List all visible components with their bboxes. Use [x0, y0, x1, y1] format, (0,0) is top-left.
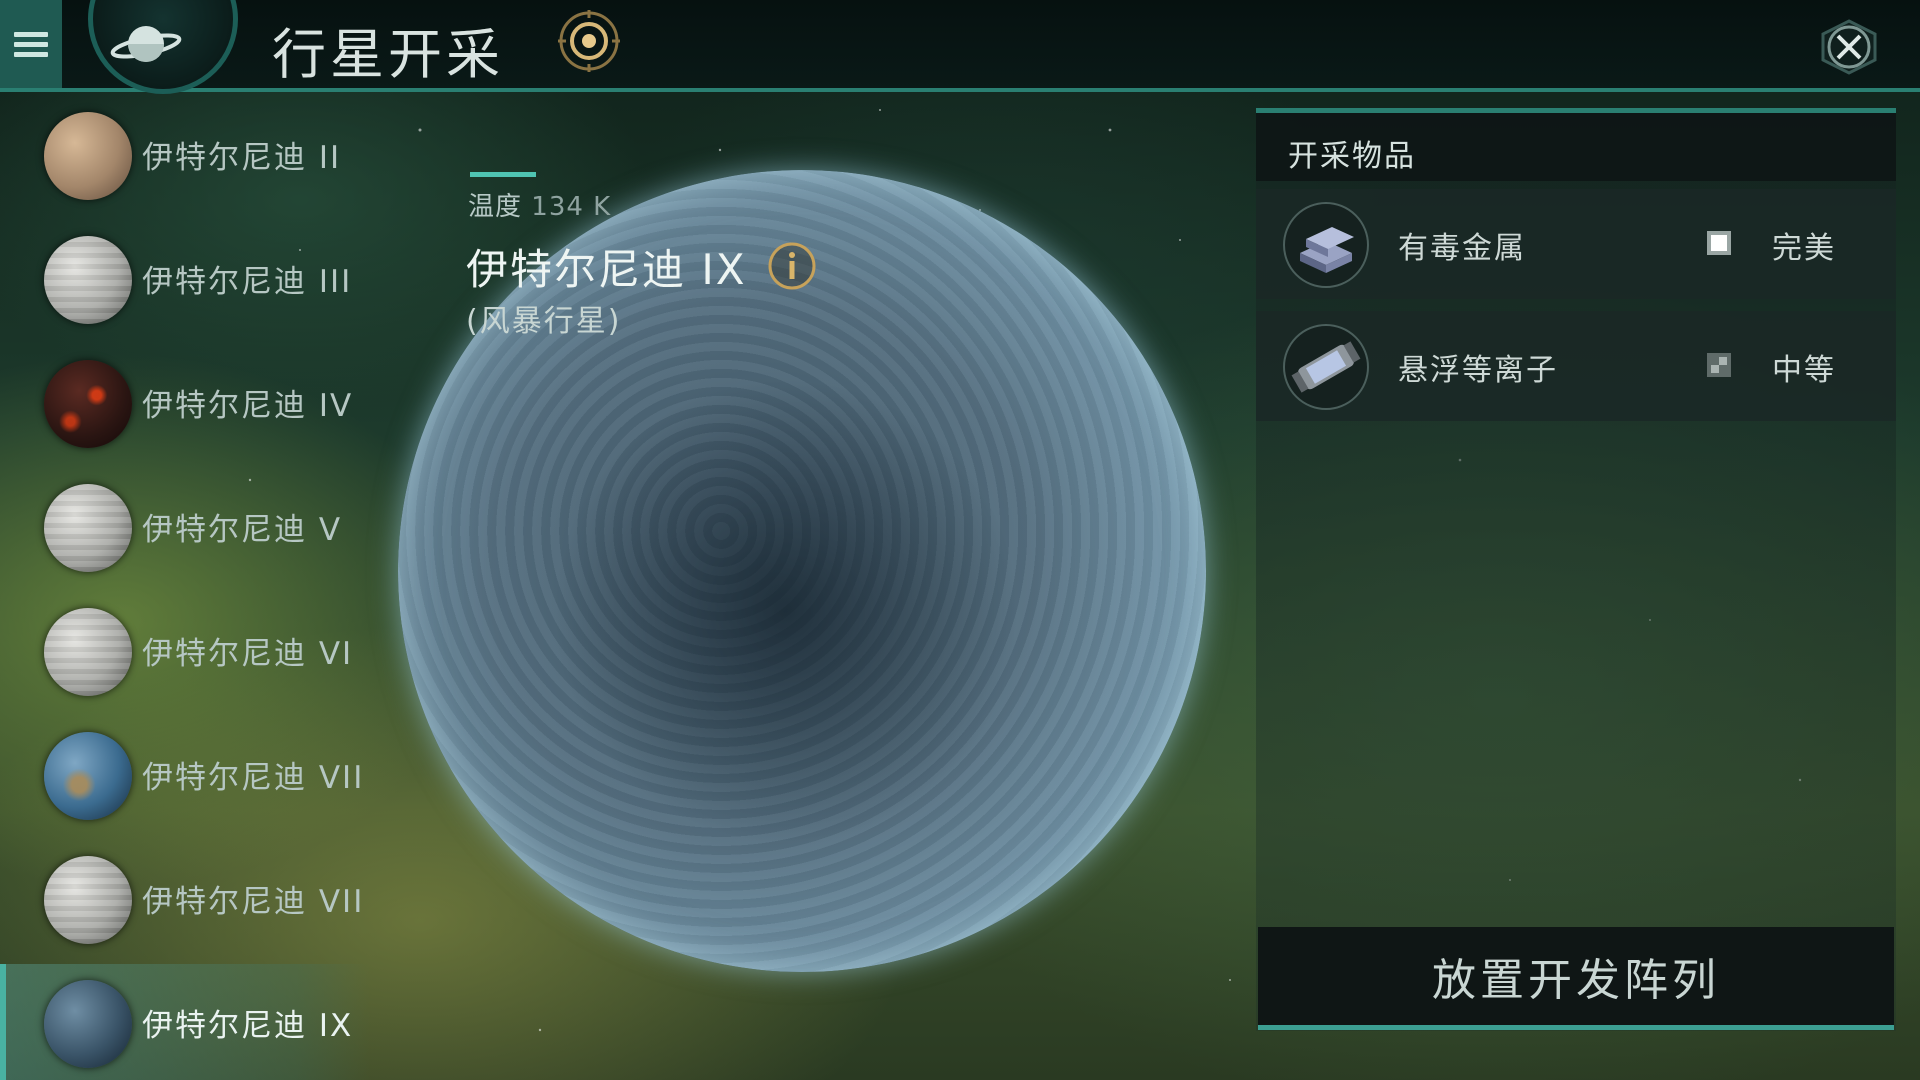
planet-list: 伊特尔尼迪 II 伊特尔尼迪 III 伊特尔尼迪 IV 伊特尔尼迪 V 伊特尔尼… — [0, 96, 370, 1080]
top-bar: 行星开采 — [0, 0, 1920, 94]
planet-list-item[interactable]: 伊特尔尼迪 V — [0, 468, 370, 592]
planet-thumbnail — [44, 236, 132, 324]
mining-resources-panel: 开采物品 有毒金属 完美 悬浮等离子 中等 放置开发阵列 — [1256, 108, 1896, 1031]
planet-name-heading: 伊特尔尼迪 IX — [466, 245, 747, 294]
panel-title: 开采物品 — [1288, 139, 1416, 174]
planet-type-label: (风暴行星) — [466, 304, 622, 339]
planet-thumbnail — [44, 112, 132, 200]
planet-list-item-label: 伊特尔尼迪 IV — [142, 388, 354, 424]
planet-thumbnail — [44, 608, 132, 696]
temperature-label: 温度 — [468, 192, 523, 222]
game-screen: 行星开采 伊特尔尼迪 II 伊特尔尼迪 III 伊特尔尼迪 IV 伊特尔尼迪 V… — [0, 0, 1920, 1080]
planet-list-item[interactable]: 伊特尔尼迪 VII — [0, 716, 370, 840]
toxic-metal-icon — [1283, 202, 1369, 288]
planet-thumbnail — [44, 980, 132, 1068]
resource-row[interactable]: 悬浮等离子 中等 — [1256, 311, 1896, 421]
deploy-array-button[interactable]: 放置开发阵列 — [1258, 927, 1894, 1030]
info-accent-bar — [470, 172, 536, 177]
suspended-plasma-icon — [1283, 324, 1369, 410]
close-icon[interactable] — [1818, 18, 1880, 76]
planet-thumbnail — [44, 484, 132, 572]
info-icon[interactable] — [766, 240, 818, 292]
resource-quality: 中等 — [1772, 353, 1836, 388]
quality-perfect-icon — [1707, 231, 1731, 255]
planet-list-item-label: 伊特尔尼迪 VII — [142, 760, 365, 796]
planet-list-item-label: 伊特尔尼迪 VII — [142, 884, 365, 920]
resource-name: 悬浮等离子 — [1398, 353, 1558, 388]
target-icon — [558, 10, 620, 72]
planet-list-item[interactable]: 伊特尔尼迪 IV — [0, 344, 370, 468]
resource-quality: 完美 — [1772, 231, 1836, 266]
resource-name: 有毒金属 — [1398, 231, 1526, 266]
planet-list-item-label: 伊特尔尼迪 VI — [142, 636, 354, 672]
planet-thumbnail — [44, 360, 132, 448]
planet-thumbnail — [44, 732, 132, 820]
page-title: 行星开采 — [272, 23, 504, 86]
planet-list-item-label: 伊特尔尼迪 IX — [142, 1008, 354, 1044]
planet-list-item-label: 伊特尔尼迪 II — [142, 140, 342, 176]
panel-header: 开采物品 — [1256, 113, 1896, 181]
planet-list-item-label: 伊特尔尼迪 III — [142, 264, 353, 300]
planet-temperature: 温度 134 K — [468, 186, 611, 223]
planet-list-item[interactable]: 伊特尔尼迪 VI — [0, 592, 370, 716]
planet-list-item-selected[interactable]: 伊特尔尼迪 IX — [0, 964, 370, 1080]
planet-list-item[interactable]: 伊特尔尼迪 II — [0, 96, 370, 220]
resource-row[interactable]: 有毒金属 完美 — [1256, 189, 1896, 299]
ringed-planet-icon — [110, 26, 182, 62]
quality-medium-icon — [1707, 353, 1731, 377]
planet-list-item-label: 伊特尔尼迪 V — [142, 512, 343, 548]
planet-list-item[interactable]: 伊特尔尼迪 VII — [0, 840, 370, 964]
menu-button[interactable] — [0, 0, 62, 88]
planet-list-item[interactable]: 伊特尔尼迪 III — [0, 220, 370, 344]
temperature-value: 134 K — [531, 192, 612, 222]
hamburger-menu-icon — [14, 27, 48, 62]
planet-thumbnail — [44, 856, 132, 944]
